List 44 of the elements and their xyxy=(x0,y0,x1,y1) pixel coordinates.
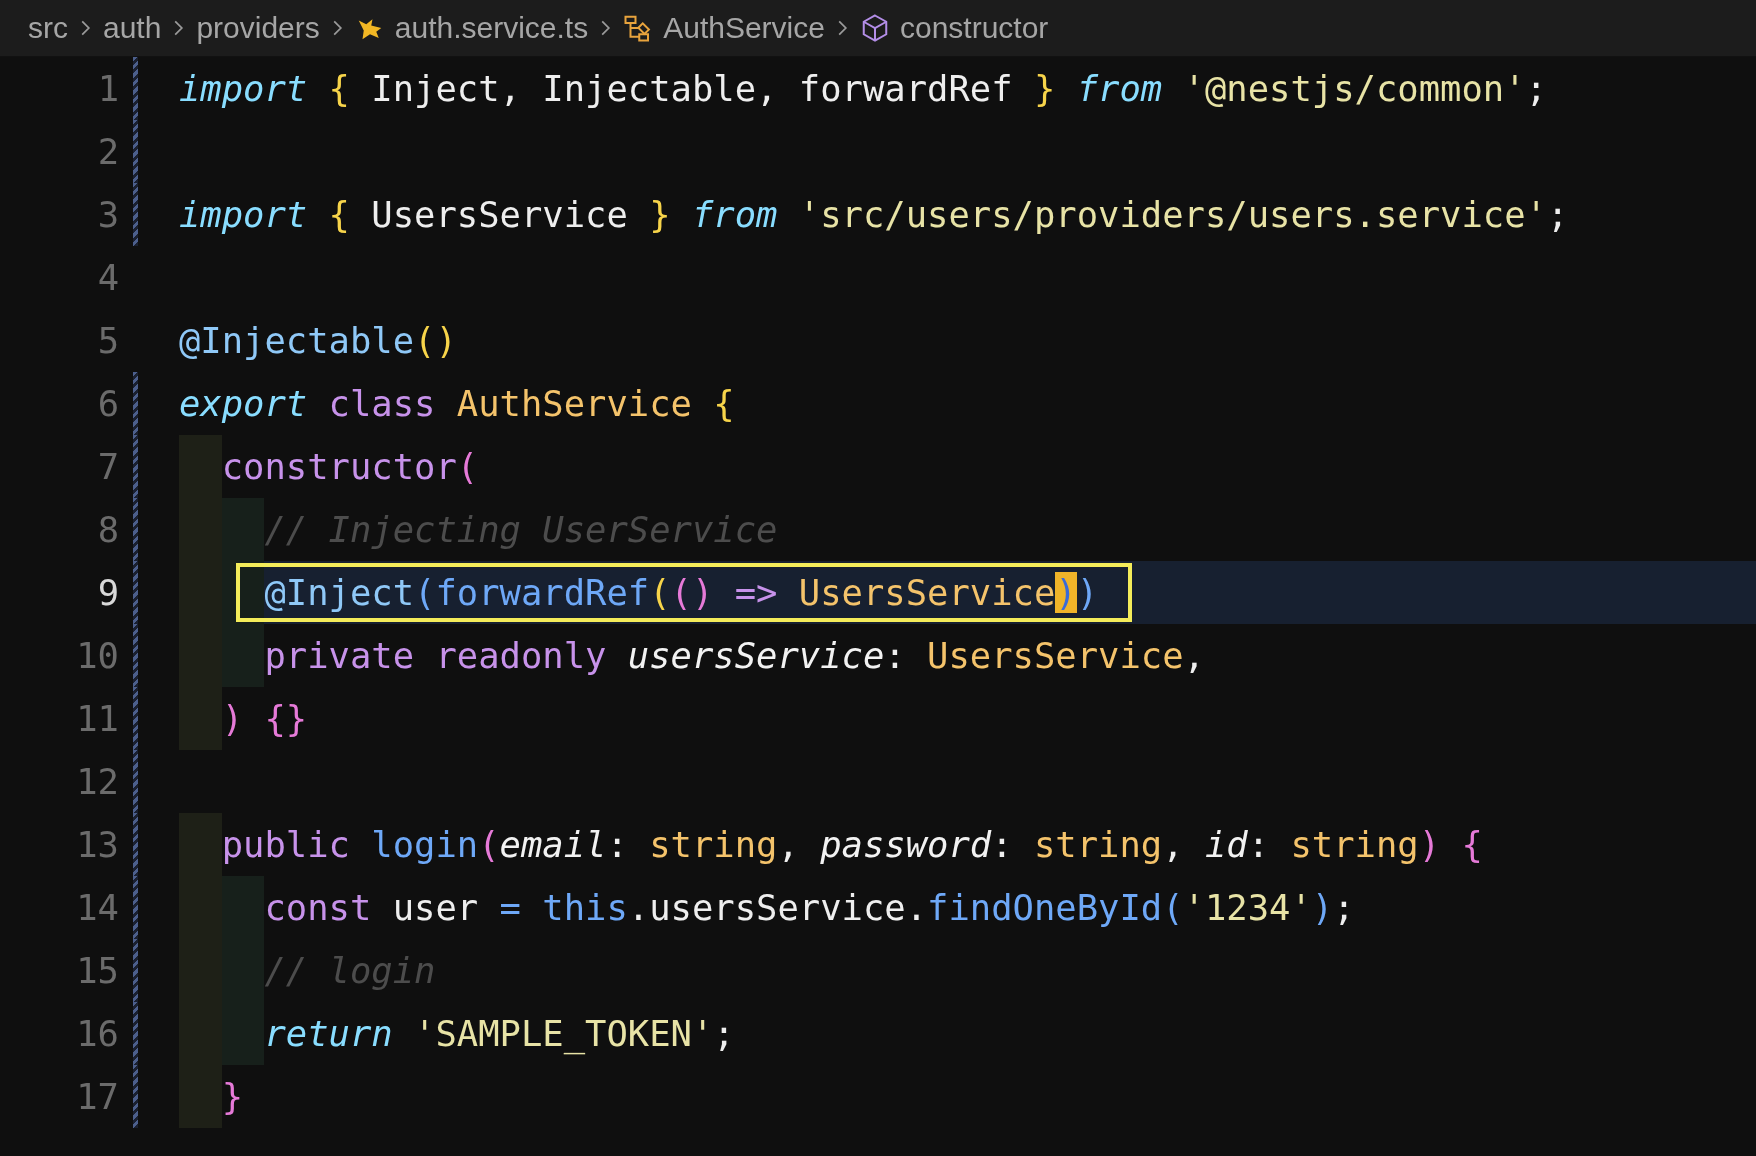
line-number: 13 xyxy=(75,823,119,867)
code-line: @Inject(forwardRef(() => UsersService)) xyxy=(234,561,1135,624)
chevron-icon xyxy=(173,19,185,37)
code-line: constructor( xyxy=(221,445,479,489)
breadcrumb-item[interactable]: constructor xyxy=(859,11,1049,45)
line-number: 10 xyxy=(75,634,119,678)
line-number: 2 xyxy=(96,130,119,174)
code-line: ) {} xyxy=(221,697,308,741)
chevron-icon xyxy=(80,19,91,37)
code-line: export class AuthService { xyxy=(179,382,735,426)
code-line: // Injecting UserService xyxy=(264,508,778,552)
line-number: 6 xyxy=(96,382,119,426)
line-number: 5 xyxy=(96,319,119,363)
code-line: const user = this.usersService.findOneById('1234'); xyxy=(264,886,1355,930)
line-number: 17 xyxy=(75,1075,119,1119)
breadcrumb-item[interactable]: providers xyxy=(196,11,320,45)
breadcrumb-item[interactable]: src xyxy=(28,11,68,45)
line-number: 12 xyxy=(75,760,119,804)
line-number: 9 xyxy=(96,571,119,615)
chevron-icon xyxy=(600,19,612,37)
chevron-icon xyxy=(836,19,848,37)
line-number: 11 xyxy=(75,697,119,741)
breadcrumb-item[interactable]: auth xyxy=(103,11,162,45)
line-number: 16 xyxy=(75,1012,119,1056)
indent-guide xyxy=(221,624,265,687)
code-line: // login xyxy=(264,949,436,993)
code-line: import { UsersService } from 'src/users/providers/users.service'; xyxy=(179,193,1569,237)
chevron-icon xyxy=(331,19,343,37)
code-line: private readonly usersService: UsersService, xyxy=(264,634,1205,678)
line-number: 15 xyxy=(75,949,119,993)
line-number: 3 xyxy=(96,193,119,237)
line-number: 4 xyxy=(96,256,119,300)
breadcrumb-item[interactable]: auth.service.ts xyxy=(354,11,589,45)
breadcrumb-item[interactable]: AuthService xyxy=(623,11,825,45)
code-line: } xyxy=(221,1075,244,1119)
line-number: 14 xyxy=(75,886,119,930)
code-line: return 'SAMPLE_TOKEN'; xyxy=(264,1012,735,1057)
code-line: import { Inject, Injectable, forwardRef } from '@nestjs/common'; xyxy=(179,67,1547,111)
indent-guide xyxy=(221,498,265,561)
line-number: 8 xyxy=(96,508,119,552)
line-number: 7 xyxy=(96,445,119,489)
line-number: 1 xyxy=(96,67,119,111)
code-line: public login(email: string, password: string, id: string) { xyxy=(221,823,1483,867)
code-line: @Injectable() xyxy=(179,319,457,363)
